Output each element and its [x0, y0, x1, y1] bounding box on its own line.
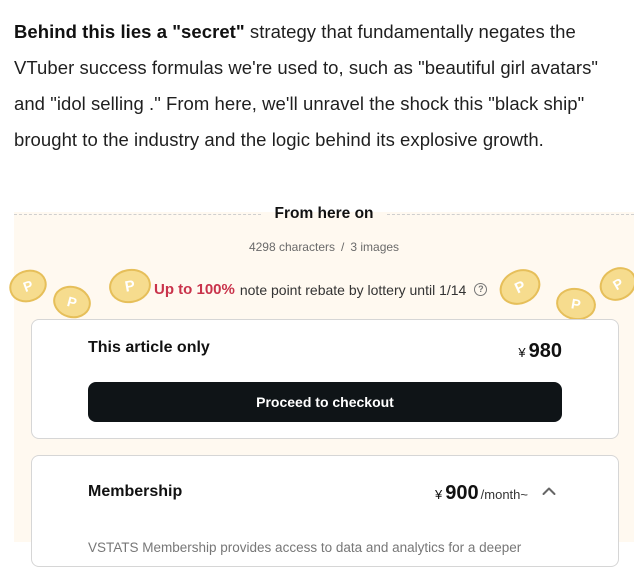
currency-symbol: ¥ — [518, 345, 526, 360]
paywall-divider: From here on — [14, 204, 634, 224]
article-stats: 4298 characters / 3 images — [14, 240, 634, 254]
price-amount: 900 — [445, 482, 479, 504]
proceed-to-checkout-button[interactable]: Proceed to checkout — [88, 382, 562, 422]
point-rebate-notice: Up to 100% note point rebate by lottery … — [154, 281, 488, 298]
single-purchase-title: This article only — [88, 339, 210, 356]
chevron-up-icon[interactable] — [542, 486, 556, 496]
rebate-highlight: Up to 100% — [154, 281, 235, 298]
single-purchase-card: This article only ¥ 980 Proceed to check… — [31, 319, 619, 439]
paywall-section: From here on 4298 characters/3 images P … — [9, 205, 634, 567]
coin-icon: P — [109, 268, 151, 304]
membership-title: Membership — [88, 483, 183, 500]
coin-icon: P — [599, 267, 634, 301]
coin-icon: P — [556, 287, 596, 321]
single-purchase-price: ¥ 980 — [518, 340, 562, 363]
coin-icon: P — [53, 285, 91, 319]
coin-icon: P — [499, 269, 541, 305]
article-bold-lead: Behind this lies a "secret" — [14, 21, 245, 42]
character-count: 4298 characters — [248, 240, 335, 254]
membership-description: VSTATS Membership provides access to dat… — [88, 540, 522, 555]
article-body: Behind this lies a "secret" strategy tha… — [14, 14, 629, 158]
divider-line-right — [386, 213, 634, 215]
currency-symbol: ¥ — [435, 487, 443, 502]
price-amount: 980 — [528, 340, 562, 362]
image-count: 3 images — [350, 240, 400, 254]
coin-icon: P — [9, 269, 47, 303]
divider-label: From here on — [274, 205, 374, 222]
price-period: /month~ — [480, 487, 528, 502]
stats-separator: / — [341, 240, 345, 254]
rebate-text: note point rebate by lottery until 1/14 — [239, 281, 467, 298]
question-circle-icon[interactable]: ? — [474, 283, 488, 296]
membership-card[interactable]: Membership ¥ 900 /month~ VSTATS Membersh… — [31, 455, 619, 567]
membership-price: ¥ 900 /month~ — [435, 482, 528, 505]
divider-line-left — [14, 213, 262, 215]
